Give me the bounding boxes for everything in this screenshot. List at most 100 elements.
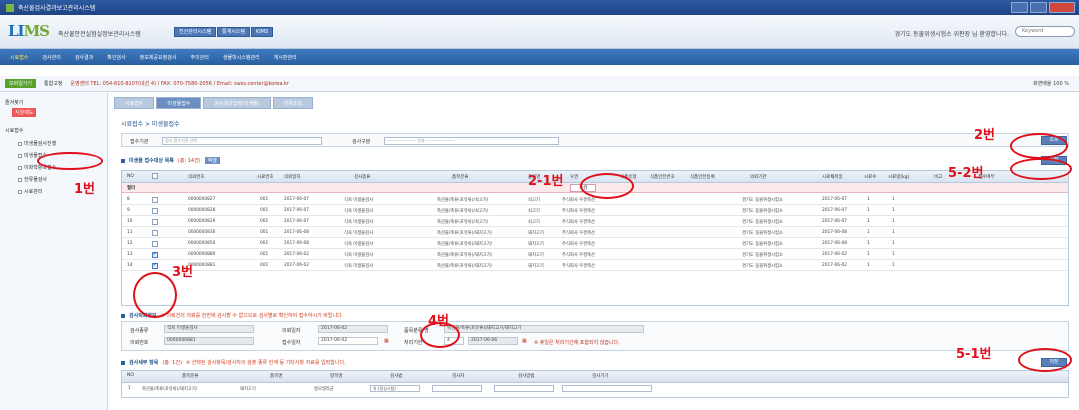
calendar-icon[interactable]: ▦ xyxy=(384,338,389,344)
annotation-1: 1번 xyxy=(74,182,96,197)
adate-label: 접수일자 xyxy=(282,340,301,346)
cell-kind: 식육 미생물검사 xyxy=(344,242,374,247)
menu-item-test-mgmt[interactable]: 검사관리 xyxy=(42,54,60,61)
menu-item-info-request[interactable]: 정보제공요청검사 xyxy=(140,54,177,61)
menu-item-board[interactable]: 게시판관리 xyxy=(274,54,297,61)
row-checkbox[interactable] xyxy=(152,262,158,269)
sidebar-item-progress[interactable]: 미생물검사진행 xyxy=(18,140,56,147)
req-value: 0000000881 xyxy=(164,337,254,345)
cell-no: 12 xyxy=(127,241,133,246)
col-no: NO xyxy=(127,174,134,179)
tab-result[interactable]: 검사결과입력(미생물) xyxy=(203,97,271,109)
cell-cnt: 1 xyxy=(867,219,870,224)
cell-farm: 주식회사 우경축산 xyxy=(562,198,595,203)
cell-amt: 1 xyxy=(892,252,895,257)
cell-cnt: 1 xyxy=(867,241,870,246)
sub-row[interactable]: 1 축산물/축류(포유류)/돼지고기/ 돼지고기 살모넬라균 유 (정성시험) xyxy=(122,383,1068,394)
annotation-oval-5-1 xyxy=(1018,348,1072,372)
cell-item: 쇠고기 xyxy=(528,220,540,225)
cell-org: 경기도 동물위생시험소 xyxy=(742,231,783,236)
table-row[interactable]: 12 0000000850 001 2017-06-08 식육 미생물검사 축산물/축류(… xyxy=(122,238,1068,249)
cell-req: 0000000828 xyxy=(188,208,216,213)
contact-notice: 운영센터 TEL: 054-810-8107(내선 4) / FAX: 070-… xyxy=(70,81,289,87)
cell-cat: 축산물/축류(포유류)/돼지고기/ xyxy=(437,231,493,236)
tab-micro[interactable]: 미생물접수 xyxy=(156,97,202,109)
minimize-button[interactable] xyxy=(1011,2,1028,13)
table-row[interactable]: 9 0000000828 001 2017-06-07 식육 미생물검사 축산물/축류(포… xyxy=(122,205,1068,216)
cell-sno: 001 xyxy=(260,230,269,235)
pin-checkbox[interactable]: 통합고정 xyxy=(44,80,62,87)
row-checkbox[interactable] xyxy=(152,241,158,247)
adate-input[interactable]: 2017-06-02 xyxy=(318,337,378,345)
row-checkbox[interactable] xyxy=(152,230,158,236)
sidebar-favorites[interactable]: 즐겨찾기 xyxy=(5,99,23,106)
menu-item-caution[interactable]: 주의관리 xyxy=(190,54,208,61)
annotation-oval-3 xyxy=(133,272,177,318)
row-checkbox[interactable] xyxy=(152,197,158,203)
tree-icon xyxy=(18,177,22,182)
sidebar-badge[interactable]: 지원제도 xyxy=(12,108,37,117)
mobile-button[interactable]: 모바일가기 xyxy=(5,79,37,88)
header-button-kims[interactable]: KIMS xyxy=(251,27,274,37)
close-button[interactable] xyxy=(1049,2,1075,13)
annotation-4: 4번 xyxy=(428,314,450,329)
sub-col-way: 검사방법 xyxy=(518,374,535,379)
menu-item-result[interactable]: 검사결과 xyxy=(75,54,93,61)
cell-kind: 식육 미생물검사 xyxy=(344,253,374,258)
row-checkbox[interactable] xyxy=(152,208,158,214)
search-panel: 접수기관 검사 접수기관 선택 검사구분 -------------------… xyxy=(121,133,1069,147)
row-checkbox[interactable] xyxy=(152,219,158,225)
col-kind: 검사종류 xyxy=(354,175,371,180)
menu-item-bio[interactable]: 생물학시스템관리 xyxy=(223,54,260,61)
menu-item-confirm[interactable]: 확인검사 xyxy=(107,54,125,61)
cell-req: 0000000850 xyxy=(188,241,216,246)
cell-farm: 주식회사 우경축산 xyxy=(562,264,595,269)
window-controls xyxy=(1011,2,1075,13)
header-button-system[interactable]: 전산관리시스템 xyxy=(174,27,217,37)
maximize-button[interactable] xyxy=(1030,2,1047,13)
sidebar-item-residue[interactable]: 잔류물검사 xyxy=(18,176,47,183)
cell-req: 0000000829 xyxy=(188,219,216,224)
tab-sample[interactable]: 시료접수 xyxy=(114,97,155,109)
period-label-detail: 처리기한 xyxy=(404,340,423,346)
org-input[interactable]: 검사 접수기관 선택 xyxy=(162,137,322,145)
table-row[interactable]: 10 0000000829 001 2017-06-07 식육 미생물검사 축산물/축류(… xyxy=(122,216,1068,227)
excel-button[interactable]: 엑셀 xyxy=(204,157,220,164)
cell-date: 2017-06-02 xyxy=(284,263,309,268)
sidebar-group[interactable]: 시료접수 xyxy=(5,127,23,134)
calendar-icon[interactable]: ▦ xyxy=(522,338,527,344)
row-checkbox[interactable] xyxy=(152,251,158,258)
tester-select[interactable] xyxy=(432,385,482,392)
table-row[interactable]: 1400000008810012017-06-02식육 미생물검사축산물/축류(… xyxy=(122,260,1068,271)
annotation-3: 3번 xyxy=(172,265,194,280)
device-select[interactable] xyxy=(562,385,652,392)
select-all-checkbox[interactable] xyxy=(152,173,158,179)
main-menu: 시료접수 검사관리 검사결과 확인검사 정보제공요청검사 주의관리 생물학시스템… xyxy=(0,49,1079,65)
col-check[interactable] xyxy=(152,173,158,182)
cell-sno: 001 xyxy=(260,197,269,202)
method-select[interactable]: 유 (정성시험) xyxy=(370,385,420,392)
zoom-control[interactable]: 화면배율 100 % xyxy=(1033,80,1069,87)
type-select[interactable]: -------------------- 전체 ----------------… xyxy=(384,137,559,145)
cell-org: 경기도 동물위생시험소 xyxy=(742,220,783,225)
table-row[interactable]: 13 0000000880 001 2017-06-02 식육 미생물검사 축산물/축류(… xyxy=(122,249,1068,260)
sidebar-item-sample[interactable]: 시료관리 xyxy=(18,188,42,195)
list-count: (총: 14건) xyxy=(177,158,201,164)
menu-item-sample[interactable]: 시료접수 xyxy=(10,54,28,61)
cell-amt: 1 xyxy=(892,197,895,202)
header-button-stats[interactable]: 통계시스템 xyxy=(217,27,251,37)
cell-no: 8 xyxy=(127,197,130,202)
cell-no: 9 xyxy=(127,208,130,213)
cell-cat: 축산물/축류(포유류)/돼지고기/ xyxy=(437,264,493,269)
sub-count: (총: 1건) xyxy=(162,360,182,366)
type-label: 검사구분 xyxy=(352,139,371,145)
annotation-oval-2-1 xyxy=(580,173,634,199)
table-row[interactable]: 11 0000000830 001 2017-06-08 식육 미생물검사 축산물/축류(… xyxy=(122,227,1068,238)
tab-residue[interactable]: 잔류조회 xyxy=(272,97,314,109)
cell-cnt: 1 xyxy=(867,208,870,213)
way-select[interactable] xyxy=(494,385,554,392)
sidebar: 즐겨찾기 지원제도 시료접수 미생물검사진행 미생물접수 이화학항목접수 잔류물… xyxy=(0,93,108,410)
cell-org: 경기도 동물위생시험소 xyxy=(742,264,783,269)
cell-amt: 1 xyxy=(892,230,895,235)
search-input[interactable]: Keyword xyxy=(1015,26,1075,37)
